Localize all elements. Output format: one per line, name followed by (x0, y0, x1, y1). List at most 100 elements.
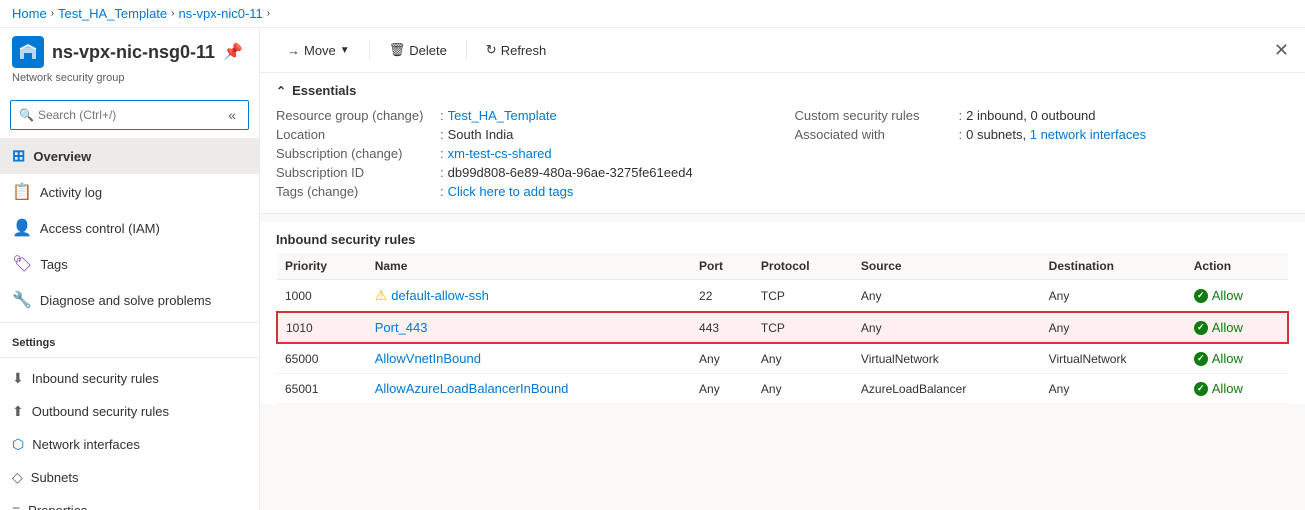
sidebar-item-diagnose[interactable]: 🔧 Diagnose and solve problems (0, 282, 259, 318)
essentials-row-sub-id: Subscription ID : db99d808-6e89-480a-96a… (276, 163, 771, 182)
essentials-value-sub-id: db99d808-6e89-480a-96ae-3275fe61eed4 (448, 165, 693, 180)
settings-nav: ⬇ Inbound security rules ⬆ Outbound secu… (0, 362, 259, 510)
cell-priority: 1000 (277, 280, 367, 313)
collapse-icon[interactable]: « (224, 105, 240, 125)
iam-icon: 👤 (12, 218, 32, 238)
col-protocol: Protocol (753, 253, 853, 280)
cell-name: ⚠ default-allow-ssh (367, 280, 691, 313)
cell-action: Allow (1186, 374, 1288, 404)
cell-source: Any (853, 312, 1041, 343)
network-interfaces-link[interactable]: 1 network interfaces (1030, 127, 1146, 142)
sidebar-item-outbound-rules[interactable]: ⬆ Outbound security rules (0, 395, 259, 428)
cell-name: AllowVnetInBound (367, 343, 691, 374)
sidebar-item-label: Tags (40, 257, 67, 272)
sidebar-item-label: Access control (IAM) (40, 221, 160, 236)
action-label: Allow (1212, 351, 1243, 366)
rule-name-link[interactable]: default-allow-ssh (391, 288, 489, 303)
rule-name-link[interactable]: AllowAzureLoadBalancerInBound (375, 381, 569, 396)
main-content: → Move ▼ 🗑 Delete ↻ Refresh ✕ (260, 28, 1305, 510)
rg-link[interactable]: Test_HA_Template (448, 108, 557, 123)
essentials-value-associated: 0 subnets, 1 network interfaces (966, 127, 1146, 142)
sidebar-item-label: Network interfaces (32, 437, 140, 452)
action-label: Allow (1212, 288, 1243, 303)
subscription-link[interactable]: xm-test-cs-shared (448, 146, 552, 161)
sidebar-item-label: Properties (28, 503, 87, 510)
table-row[interactable]: 65000 AllowVnetInBound Any Any VirtualNe… (277, 343, 1288, 374)
sidebar-item-label: Activity log (40, 185, 102, 200)
essentials-chevron-icon: ⌃ (276, 84, 286, 98)
delete-icon: 🗑 (389, 42, 406, 58)
essentials-value-location: South India (448, 127, 514, 142)
sidebar-item-label: Diagnose and solve problems (40, 293, 211, 308)
cell-source: Any (853, 280, 1041, 313)
essentials-row-subscription: Subscription (change) : xm-test-cs-share… (276, 144, 771, 163)
rule-name-link[interactable]: AllowVnetInBound (375, 351, 481, 366)
sidebar-item-overview[interactable]: ⊞ Overview (0, 138, 259, 174)
essentials-value-custom-rules: 2 inbound, 0 outbound (966, 108, 1095, 123)
cell-priority: 65000 (277, 343, 367, 374)
tags-link[interactable]: Click here to add tags (448, 184, 574, 199)
essentials-row-associated: Associated with : 0 subnets, 1 network i… (795, 125, 1290, 144)
diagnose-icon: 🔧 (12, 290, 32, 310)
essentials-header[interactable]: ⌃ Essentials (276, 73, 1289, 106)
essentials-label: Subscription ID (276, 165, 436, 180)
settings-section-label: Settings (0, 327, 259, 353)
allow-badge: Allow (1194, 320, 1279, 335)
sidebar-item-inbound-rules[interactable]: ⬇ Inbound security rules (0, 362, 259, 395)
rule-name-link[interactable]: Port_443 (375, 320, 428, 335)
essentials-row-custom-rules: Custom security rules : 2 inbound, 0 out… (795, 106, 1290, 125)
essentials-row-location: Location : South India (276, 125, 771, 144)
breadcrumb: Home › Test_HA_Template › ns-vpx-nic0-11… (0, 0, 1305, 28)
name-with-icon: ⚠ default-allow-ssh (375, 287, 683, 304)
essentials-row-rg: Resource group (change) : Test_HA_Templa… (276, 106, 771, 125)
allow-circle-icon (1194, 289, 1208, 303)
cell-destination: Any (1041, 280, 1186, 313)
sidebar-item-activity-log[interactable]: 📋 Activity log (0, 174, 259, 210)
cell-protocol: Any (753, 374, 853, 404)
essentials-grid: Resource group (change) : Test_HA_Templa… (276, 106, 1289, 201)
subnets-icon: ◇ (12, 469, 23, 486)
activity-icon: 📋 (12, 182, 32, 202)
cell-destination: Any (1041, 374, 1186, 404)
delete-button[interactable]: 🗑 Delete (378, 36, 458, 64)
sidebar-item-properties[interactable]: ≡ Properties (0, 494, 259, 510)
toolbar-separator (369, 40, 370, 60)
table-row[interactable]: 1010 Port_443 443 TCP Any Any Allow (277, 312, 1288, 343)
col-port: Port (691, 253, 753, 280)
properties-icon: ≡ (12, 502, 20, 510)
sidebar-item-tags[interactable]: 🏷 Tags (0, 246, 259, 282)
search-input[interactable] (38, 108, 224, 122)
pin-icon[interactable]: 📌 (223, 42, 243, 62)
cell-action: Allow (1186, 312, 1288, 343)
essentials-row-tags: Tags (change) : Click here to add tags (276, 182, 771, 201)
essentials-value-subscription: xm-test-cs-shared (448, 146, 552, 161)
refresh-icon: ↻ (486, 42, 497, 58)
action-label: Allow (1212, 320, 1243, 335)
close-button[interactable]: ✕ (1274, 40, 1289, 61)
breadcrumb-home[interactable]: Home (12, 6, 47, 21)
sidebar-item-network-interfaces[interactable]: ⬡ Network interfaces (0, 428, 259, 461)
col-name: Name (367, 253, 691, 280)
cell-port: 443 (691, 312, 753, 343)
cell-action: Allow (1186, 280, 1288, 313)
breadcrumb-template[interactable]: Test_HA_Template (58, 6, 167, 21)
sidebar-item-subnets[interactable]: ◇ Subnets (0, 461, 259, 494)
table-row[interactable]: 65001 AllowAzureLoadBalancerInBound Any … (277, 374, 1288, 404)
breadcrumb-nic[interactable]: ns-vpx-nic0-11 (179, 6, 263, 21)
essentials-left: Resource group (change) : Test_HA_Templa… (276, 106, 771, 201)
tags-icon: 🏷 (12, 254, 32, 274)
toolbar: → Move ▼ 🗑 Delete ↻ Refresh ✕ (260, 28, 1305, 73)
col-priority: Priority (277, 253, 367, 280)
sidebar-item-access-control[interactable]: 👤 Access control (IAM) (0, 210, 259, 246)
cell-destination: VirtualNetwork (1041, 343, 1186, 374)
move-button[interactable]: → Move ▼ (276, 37, 361, 64)
rules-section: Inbound security rules Priority Name Por… (260, 222, 1305, 404)
cell-protocol: TCP (753, 312, 853, 343)
essentials-label: Subscription (change) (276, 146, 436, 161)
refresh-button[interactable]: ↻ Refresh (475, 36, 557, 64)
table-row[interactable]: 1000 ⚠ default-allow-ssh 22 TCP Any Any … (277, 280, 1288, 313)
sidebar-item-label: Subnets (31, 470, 79, 485)
cell-source: VirtualNetwork (853, 343, 1041, 374)
sidebar-item-label: Inbound security rules (32, 371, 159, 386)
overview-icon: ⊞ (12, 146, 25, 166)
